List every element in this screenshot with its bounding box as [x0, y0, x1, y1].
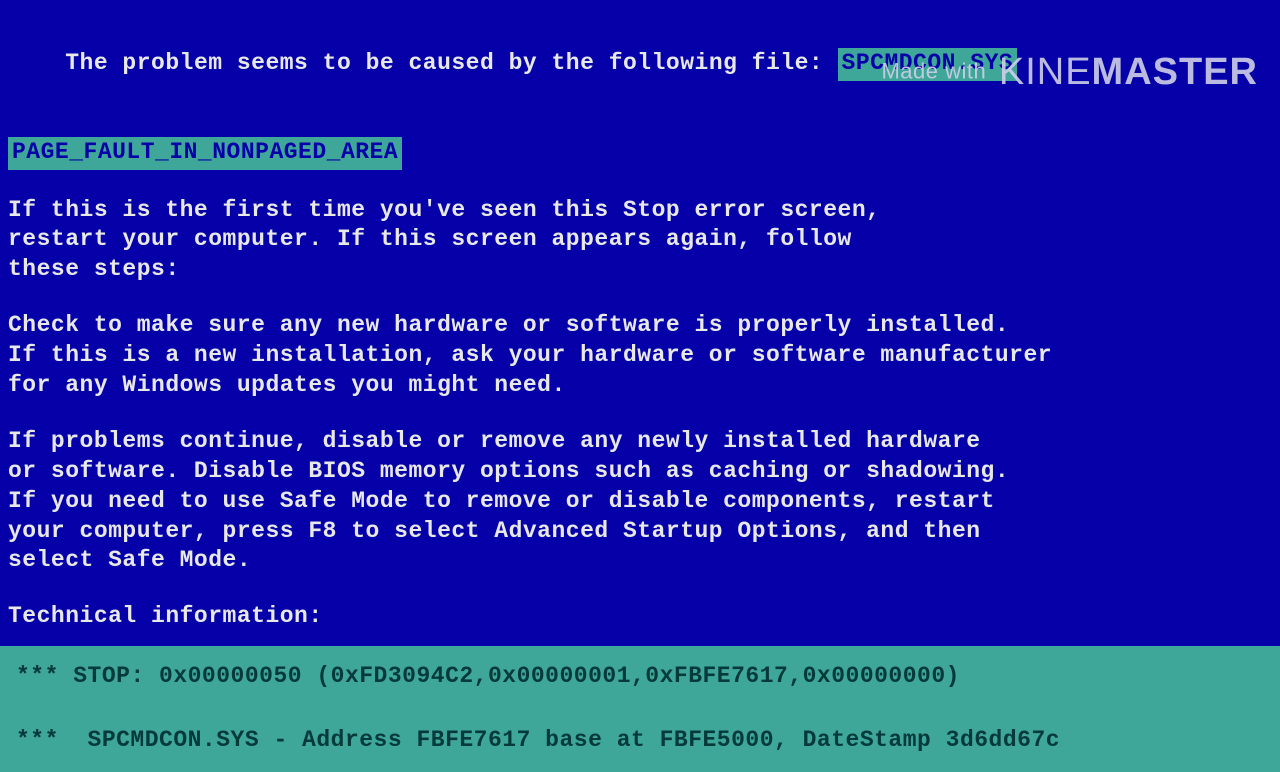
bsod-screen: The problem seems to be caused by the fo…	[8, 18, 1280, 772]
cause-line: The problem seems to be caused by the fo…	[8, 18, 1280, 111]
address-line: *** SPCMDCON.SYS - Address FBFE7617 base…	[16, 726, 1280, 756]
instructions-paragraph-3: If problems continue, disable or remove …	[8, 427, 1280, 576]
fault-file-highlight: SPCMDCON.SYS	[838, 48, 1018, 81]
instructions-paragraph-1: If this is the first time you've seen th…	[8, 196, 1280, 286]
error-code-line: PAGE_FAULT_IN_NONPAGED_AREA	[8, 137, 1280, 170]
instructions-paragraph-2: Check to make sure any new hardware or s…	[8, 311, 1280, 401]
error-code-highlight: PAGE_FAULT_IN_NONPAGED_AREA	[8, 137, 402, 170]
technical-info-block: *** STOP: 0x00000050 (0xFD3094C2,0x00000…	[0, 646, 1280, 772]
cause-prefix: The problem seems to be caused by the fo…	[65, 50, 837, 76]
stop-code-line: *** STOP: 0x00000050 (0xFD3094C2,0x00000…	[16, 662, 1280, 692]
technical-info-label: Technical information:	[8, 602, 1280, 632]
